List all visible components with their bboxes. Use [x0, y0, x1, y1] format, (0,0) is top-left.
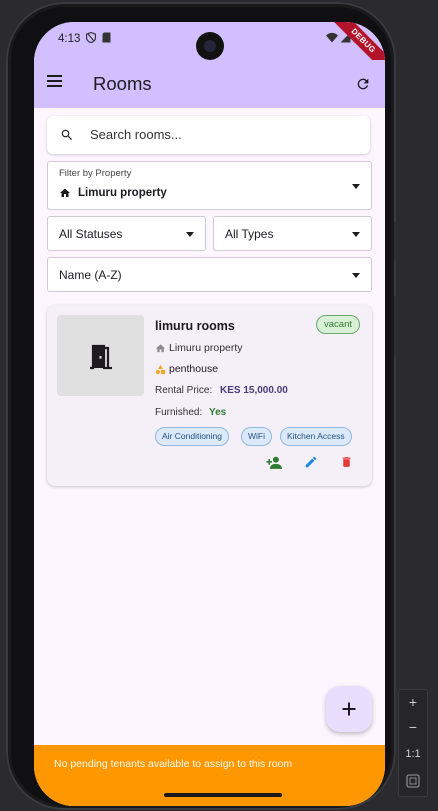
app-bar: Rooms — [34, 60, 385, 108]
status-bar: 4:13 DEBUG — [34, 22, 385, 80]
wifi-icon — [326, 32, 338, 43]
property-filter-value: Limuru property — [78, 187, 167, 199]
volume-up-button — [394, 222, 398, 260]
sort-dropdown[interactable]: Name (A-Z) — [47, 257, 372, 292]
snackbar-message: No pending tenants available to assign t… — [54, 758, 293, 770]
status-time: 4:13 — [58, 33, 81, 45]
home-indicator[interactable] — [164, 793, 282, 797]
screen-fit-icon[interactable] — [406, 774, 420, 788]
sim-card-icon — [102, 32, 111, 43]
main-content: Search rooms... Filter by Property Limur… — [34, 108, 385, 748]
chevron-down-icon — [352, 272, 360, 278]
plus-icon — [342, 702, 356, 716]
power-button — [394, 296, 398, 356]
search-input[interactable]: Search rooms... — [47, 116, 370, 154]
chevron-down-icon — [352, 183, 360, 189]
app-screen: 4:13 DEBUG Rooms Search rooms... Filter … — [34, 22, 385, 806]
door-icon — [90, 344, 112, 370]
furnished-value: Yes — [209, 407, 227, 418]
property-filter-label: Filter by Property — [59, 168, 132, 179]
emulator-zoom-panel: + − 1:1 — [398, 689, 428, 797]
front-camera — [196, 32, 224, 60]
chevron-down-icon — [186, 231, 194, 237]
search-placeholder: Search rooms... — [90, 127, 182, 142]
rental-price-value: KES 15,000.00 — [220, 385, 288, 396]
delete-icon[interactable] — [340, 455, 353, 469]
amenity-chip: WiFi — [241, 427, 272, 446]
assign-tenant-icon[interactable] — [266, 455, 283, 470]
type-filter-value: All Types — [225, 227, 274, 241]
amenity-chip: Kitchen Access — [280, 427, 352, 446]
home-icon — [155, 344, 166, 353]
furnished-label: Furnished: — [155, 407, 203, 418]
category-icon — [155, 364, 166, 375]
status-badge: vacant — [316, 315, 360, 334]
room-type: penthouse — [169, 363, 219, 375]
property-filter-dropdown[interactable]: Filter by Property Limuru property — [47, 161, 372, 210]
sort-value: Name (A-Z) — [59, 268, 122, 282]
amenity-chip: Air Conditioning — [155, 427, 230, 446]
edit-icon[interactable] — [304, 455, 318, 469]
zoom-ratio-button[interactable]: 1:1 — [399, 748, 427, 760]
zoom-in-button[interactable]: + — [399, 694, 427, 710]
add-room-button[interactable] — [326, 686, 372, 732]
type-filter-dropdown[interactable]: All Types — [213, 216, 372, 251]
rental-price-label: Rental Price: — [155, 385, 213, 396]
room-property: Limuru property — [169, 342, 243, 354]
room-name: limuru rooms — [155, 319, 235, 333]
room-card[interactable]: limuru rooms vacant Limuru property pent… — [47, 305, 372, 486]
room-thumbnail — [57, 315, 144, 396]
chevron-down-icon — [352, 231, 360, 237]
refresh-icon[interactable] — [355, 76, 371, 92]
status-filter-value: All Statuses — [59, 227, 123, 241]
search-icon — [61, 129, 72, 140]
menu-icon[interactable] — [46, 74, 64, 88]
shield-icon — [86, 32, 96, 43]
page-title: Rooms — [93, 73, 152, 94]
device-frame: 4:13 DEBUG Rooms Search rooms... Filter … — [6, 2, 396, 810]
status-filter-dropdown[interactable]: All Statuses — [47, 216, 206, 251]
zoom-out-button[interactable]: − — [399, 719, 427, 735]
home-icon — [60, 188, 70, 197]
